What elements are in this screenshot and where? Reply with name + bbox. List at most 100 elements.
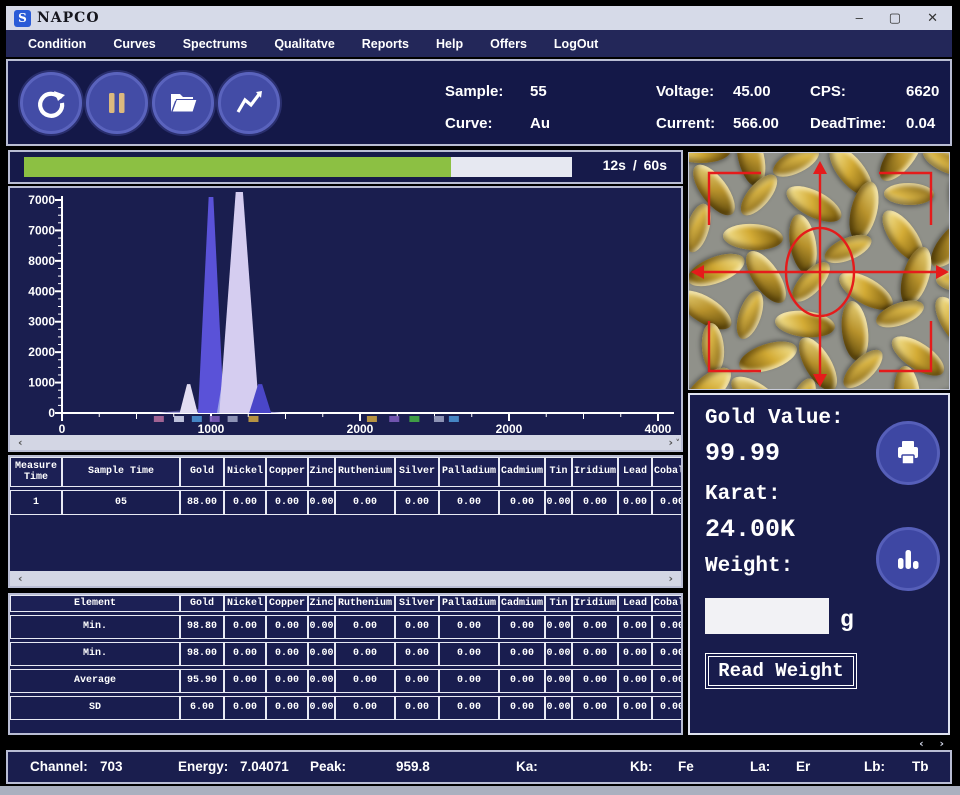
open-file-button[interactable] — [152, 72, 214, 134]
scroll-right-icon[interactable]: › — [668, 572, 673, 585]
table-cell: 0.00 — [499, 642, 545, 666]
pause-button[interactable] — [86, 72, 148, 134]
table-cell: 0.00 — [224, 615, 266, 639]
pause-icon — [102, 88, 132, 118]
svg-text:2000: 2000 — [28, 345, 55, 359]
table-cell: 0.00 — [439, 615, 499, 639]
scroll-left-icon[interactable]: ‹ — [18, 572, 23, 585]
bar-chart-icon — [892, 543, 924, 575]
table-row[interactable]: Average95.900.000.000.000.000.000.000.00… — [10, 669, 681, 693]
table-cell: 0.00 — [499, 490, 545, 515]
column-header: Tin — [545, 457, 572, 487]
table-cell: 0.00 — [395, 615, 439, 639]
scroll-right-icon[interactable]: › — [939, 737, 944, 750]
stats-table-panel: ElementGoldNickelCopperZincRutheniumSilv… — [8, 593, 683, 735]
table-cell: 98.00 — [180, 642, 224, 666]
table-cell: 0.00 — [652, 642, 683, 666]
svg-text:4000: 4000 — [645, 422, 672, 436]
energy-value: 7.04071 — [240, 759, 289, 774]
open-folder-icon — [166, 86, 200, 120]
curve-value: Au — [530, 115, 550, 132]
menu-help[interactable]: Help — [436, 37, 463, 51]
table-cell: Min. — [10, 642, 180, 666]
table-cell: SD — [10, 696, 180, 720]
svg-text:1000: 1000 — [198, 422, 225, 436]
app-logo-icon: S — [14, 10, 31, 27]
table-cell: 0.00 — [308, 669, 335, 693]
table-cell: 0.00 — [335, 615, 395, 639]
camera-view — [688, 152, 950, 390]
scroll-left-icon[interactable]: ‹ — [919, 737, 924, 750]
table-cell: 0.00 — [395, 490, 439, 515]
print-button[interactable] — [876, 421, 940, 485]
table-cell: 0.00 — [266, 696, 308, 720]
maximize-button[interactable]: ▢ — [889, 10, 901, 26]
peak-value: 959.8 — [396, 759, 430, 774]
table-row[interactable]: 10588.000.000.000.000.000.000.000.000.00… — [10, 490, 681, 515]
deadtime-value: 0.04 — [906, 115, 935, 132]
app-window: S NAPCO – ▢ ✕ Condition Curves Spectrums… — [0, 0, 960, 795]
menu-offers[interactable]: Offers — [490, 37, 527, 51]
table-row[interactable]: Min.98.000.000.000.000.000.000.000.000.0… — [10, 642, 681, 666]
menu-spectrums[interactable]: Spectrums — [183, 37, 248, 51]
gold-value: 99.99 — [705, 439, 780, 468]
progress-elapsed: 12s — [603, 157, 626, 173]
spectrum-svg: 0100020002000400001000200030004000800070… — [10, 188, 682, 438]
table-cell: 0.00 — [266, 615, 308, 639]
ka-label: Ka: — [516, 759, 538, 774]
column-header: Nickel — [224, 595, 266, 612]
table-cell: 0.00 — [308, 490, 335, 515]
results-scrollbar[interactable]: ‹ › — [10, 571, 681, 586]
table-cell: 0.00 — [652, 490, 683, 515]
table-cell: 0.00 — [335, 490, 395, 515]
menu-curves[interactable]: Curves — [113, 37, 155, 51]
column-header: Zinc — [308, 595, 335, 612]
svg-text:7000: 7000 — [28, 193, 55, 207]
column-header: Iridium — [572, 457, 618, 487]
close-button[interactable]: ✕ — [927, 10, 938, 26]
channel-value: 703 — [100, 759, 123, 774]
table-cell: 0.00 — [572, 615, 618, 639]
table-cell: 0.00 — [439, 669, 499, 693]
table-cell: 0.00 — [545, 490, 572, 515]
right-panel-scrollbar[interactable]: ‹ › — [688, 737, 950, 749]
chart-scrollbar[interactable]: ‹ › — [10, 435, 681, 450]
table-cell: 0.00 — [335, 642, 395, 666]
statistics-button[interactable] — [876, 527, 940, 591]
show-spectrum-button[interactable] — [218, 72, 280, 134]
results-table-panel: Measure TimeSample TimeGoldNickelCopperZ… — [8, 455, 683, 588]
stats-table: ElementGoldNickelCopperZincRutheniumSilv… — [10, 595, 681, 720]
progress-track — [24, 157, 572, 177]
minimize-button[interactable]: – — [856, 10, 863, 26]
column-header: Measure Time — [10, 457, 62, 487]
cps-label: CPS: — [810, 83, 846, 100]
menu-logout[interactable]: LogOut — [554, 37, 598, 51]
table-row[interactable]: SD6.000.000.000.000.000.000.000.000.000.… — [10, 696, 681, 720]
table-cell: 0.00 — [308, 696, 335, 720]
karat-label: Karat: — [705, 483, 781, 506]
table-cell: 0.00 — [266, 490, 308, 515]
sample-value: 55 — [530, 83, 547, 100]
menu-reports[interactable]: Reports — [362, 37, 409, 51]
menu-condition[interactable]: Condition — [28, 37, 86, 51]
table-cell: 0.00 — [545, 615, 572, 639]
table-cell: 0.00 — [439, 642, 499, 666]
table-cell: Min. — [10, 615, 180, 639]
scroll-right-icon[interactable]: › — [668, 436, 673, 449]
start-measure-button[interactable] — [20, 72, 82, 134]
table-cell: 0.00 — [652, 615, 683, 639]
column-header: Gold — [180, 595, 224, 612]
table-row[interactable]: Min.98.800.000.000.000.000.000.000.000.0… — [10, 615, 681, 639]
crosshair-overlay-icon — [689, 153, 950, 390]
scroll-down-icon[interactable]: ˅ — [676, 439, 681, 449]
read-weight-button[interactable]: Read Weight — [705, 653, 857, 689]
weight-input[interactable] — [705, 598, 829, 634]
table-cell: 0.00 — [266, 642, 308, 666]
table-cell: 0.00 — [224, 490, 266, 515]
table-cell: 0.00 — [395, 696, 439, 720]
table-cell: 0.00 — [652, 669, 683, 693]
scroll-left-icon[interactable]: ‹ — [18, 436, 23, 449]
menu-qualitative[interactable]: Qualitatve — [274, 37, 334, 51]
cps-value: 6620 — [906, 83, 939, 100]
title-bar: S NAPCO – ▢ ✕ — [6, 6, 952, 31]
